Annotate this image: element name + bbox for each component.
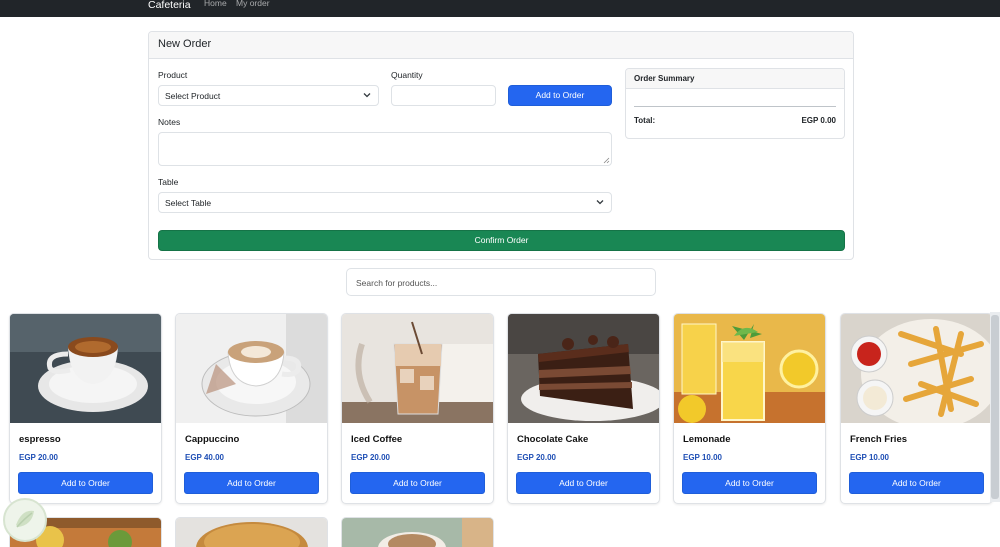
page-scrollbar[interactable] xyxy=(990,312,1000,502)
card-header: New Order xyxy=(149,32,853,59)
product-card: French Fries EGP 10.00 Add to Order xyxy=(840,313,993,504)
product-name: espresso xyxy=(19,434,61,445)
product-card: Iced Coffee EGP 20.00 Add to Order xyxy=(341,313,494,504)
brand-link[interactable]: Cafeteria xyxy=(148,0,191,11)
notes-textarea[interactable] xyxy=(158,132,612,166)
product-name: Chocolate Cake xyxy=(517,434,589,445)
nav-link-my-order[interactable]: My order xyxy=(236,0,270,8)
new-order-card: New Order Product Select Product Quantit… xyxy=(148,31,854,260)
product-price: EGP 10.00 xyxy=(683,453,722,462)
product-image xyxy=(176,518,327,547)
chocolate-cake-image xyxy=(508,314,659,423)
product-card: Chocolate Cake EGP 20.00 Add to Order xyxy=(507,313,660,504)
product-price: EGP 20.00 xyxy=(351,453,390,462)
product-price: EGP 40.00 xyxy=(185,453,224,462)
card-title: New Order xyxy=(158,38,212,50)
order-summary-card: Order Summary Total: EGP 0.00 xyxy=(625,68,845,139)
table-select[interactable]: Select Table xyxy=(158,192,612,213)
chevron-down-icon xyxy=(596,200,604,205)
product-name: Cappuccino xyxy=(185,434,240,445)
confirm-order-button[interactable]: Confirm Order xyxy=(158,230,845,251)
logo-watermark-icon xyxy=(3,498,47,542)
product-card: espresso EGP 20.00 Add to Order xyxy=(9,313,162,504)
product-name: French Fries xyxy=(850,434,908,445)
add-to-order-button[interactable]: Add to Order xyxy=(849,472,984,494)
quantity-label: Quantity xyxy=(391,70,423,80)
add-to-order-button[interactable]: Add to Order xyxy=(18,472,153,494)
espresso-image xyxy=(10,314,161,423)
notes-label: Notes xyxy=(158,117,181,127)
table-select-value: Select Table xyxy=(165,198,212,208)
product-card-partial xyxy=(175,517,328,547)
product-card: Cappuccino EGP 40.00 Add to Order xyxy=(175,313,328,504)
product-image xyxy=(342,518,493,547)
product-card: Lemonade EGP 10.00 Add to Order xyxy=(673,313,826,504)
chevron-down-icon xyxy=(363,93,371,98)
lemonade-image xyxy=(674,314,825,423)
total-value: EGP 0.00 xyxy=(801,116,836,125)
french-fries-image xyxy=(841,314,992,423)
scrollbar-thumb[interactable] xyxy=(991,315,999,499)
iced-coffee-image xyxy=(342,314,493,423)
product-select[interactable]: Select Product xyxy=(158,85,379,106)
navbar: Cafeteria Home My order xyxy=(0,0,1000,17)
total-label: Total: xyxy=(634,116,656,125)
product-search-input[interactable]: Search for products... xyxy=(346,268,656,296)
nav-link-home[interactable]: Home xyxy=(204,0,227,8)
table-label: Table xyxy=(158,177,179,187)
resize-handle-icon[interactable] xyxy=(603,157,610,164)
order-summary-title: Order Summary xyxy=(634,74,695,83)
search-placeholder: Search for products... xyxy=(356,278,438,288)
summary-divider xyxy=(634,106,836,107)
cappuccino-image xyxy=(176,314,327,423)
add-to-order-button[interactable]: Add to Order xyxy=(350,472,485,494)
product-label: Product xyxy=(158,70,188,80)
add-to-order-button[interactable]: Add to Order xyxy=(184,472,319,494)
product-price: EGP 20.00 xyxy=(19,453,58,462)
product-card-partial xyxy=(341,517,494,547)
add-to-order-button[interactable]: Add to Order xyxy=(508,85,612,106)
product-name: Lemonade xyxy=(683,434,731,445)
quantity-input[interactable] xyxy=(391,85,496,106)
order-summary-header: Order Summary xyxy=(626,69,844,89)
product-price: EGP 20.00 xyxy=(517,453,556,462)
product-price: EGP 10.00 xyxy=(850,453,889,462)
product-select-value: Select Product xyxy=(165,91,221,101)
add-to-order-button[interactable]: Add to Order xyxy=(682,472,817,494)
product-name: Iced Coffee xyxy=(351,434,403,445)
add-to-order-button[interactable]: Add to Order xyxy=(516,472,651,494)
